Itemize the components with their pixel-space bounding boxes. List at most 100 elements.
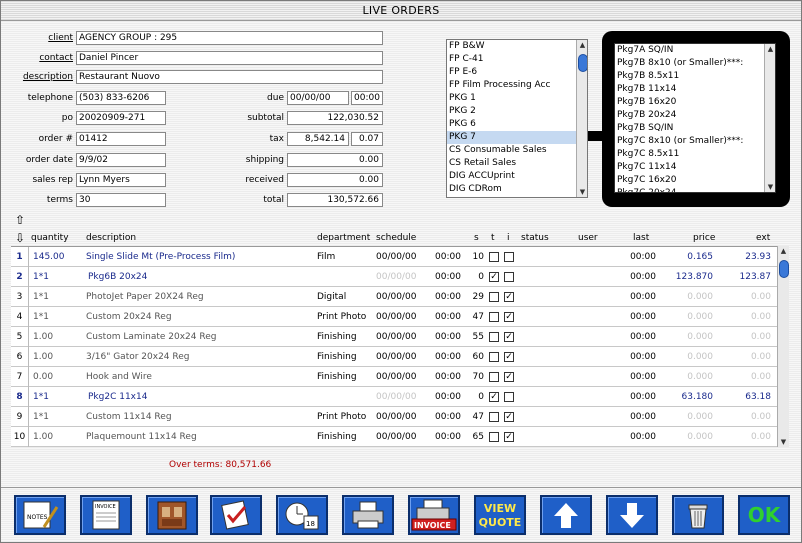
sort-up-arrow-icon[interactable]: ⇧ — [15, 213, 25, 227]
table-row[interactable]: 6 1.00 3/16" Gator 20x24 Reg Finishing 00/00… — [11, 347, 777, 367]
schedule-date-cell[interactable]: 00/00/00 — [376, 267, 431, 287]
row-number[interactable]: 3 — [11, 287, 29, 307]
scroll-thumb[interactable] — [779, 260, 789, 278]
row-number[interactable]: 10 — [11, 427, 29, 447]
package-list-item[interactable]: Pkg7C 8x10 (or Smaller)***: — [615, 135, 775, 148]
order-date-field[interactable]: 9/9/02 — [76, 153, 166, 167]
t-checkbox[interactable] — [489, 372, 499, 382]
i-checkbox[interactable] — [504, 272, 514, 282]
category-list-item[interactable]: DIG CDRom — [447, 183, 587, 196]
ext-cell[interactable]: 0.00 — [716, 287, 771, 307]
client-field[interactable]: AGENCY GROUP : 295 — [76, 31, 383, 45]
package-list[interactable]: Pkg7A SQ/IN Pkg7B 8x10 (or Smaller)***: Pk… — [614, 43, 776, 193]
sales-rep-field[interactable]: Lynn Myers — [76, 173, 166, 187]
schedule-time-cell[interactable]: 00:00 — [435, 247, 465, 267]
quantity-cell[interactable]: 1*1 — [33, 407, 83, 427]
department-cell[interactable]: Finishing — [317, 427, 375, 447]
price-cell[interactable]: 0.000 — [661, 407, 713, 427]
table-row[interactable]: 10 1.00 Plaquemount 11x14 Reg Finishing 00/0… — [11, 427, 777, 447]
row-number[interactable]: 1 — [11, 247, 29, 267]
package-list-item[interactable]: Pkg7A SQ/IN — [615, 44, 775, 57]
col-schedule[interactable]: schedule — [376, 233, 416, 243]
last-cell[interactable]: 00:00 — [626, 247, 656, 267]
category-list-item[interactable]: PKG 2 — [447, 105, 587, 118]
row-number[interactable]: 6 — [11, 347, 29, 367]
row-number[interactable]: 9 — [11, 407, 29, 427]
package-list-item[interactable]: Pkg7C 16x20 — [615, 174, 775, 187]
price-cell[interactable]: 123.870 — [661, 267, 713, 287]
print-button[interactable] — [342, 495, 394, 535]
description-label[interactable]: description — [11, 72, 73, 82]
schedule-date-cell[interactable]: 00/00/00 — [376, 347, 431, 367]
notes-button[interactable]: NOTES — [14, 495, 66, 535]
sort-down-arrow-icon[interactable]: ⇩ — [15, 231, 25, 245]
table-row[interactable]: 8 1*1 Pkg2C 11x14 00/00/00 00:00 0 ✓ 00:00 63.18… — [11, 387, 777, 407]
description-field[interactable]: Restaurant Nuovo — [76, 70, 383, 84]
schedule-date-cell[interactable]: 00/00/00 — [376, 307, 431, 327]
scroll-up-arrow-icon[interactable]: ▲ — [778, 246, 789, 256]
table-row[interactable]: 3 1*1 PhotoJet Paper 20X24 Reg Digital 00/00… — [11, 287, 777, 307]
category-list-item[interactable]: CS Consumable Sales — [447, 144, 587, 157]
t-checkbox[interactable] — [489, 432, 499, 442]
package-list-item[interactable]: Pkg7B 8x10 (or Smaller)***: — [615, 57, 775, 70]
col-user[interactable]: user — [578, 233, 598, 243]
last-cell[interactable]: 00:00 — [626, 367, 656, 387]
contact-field[interactable]: Daniel Pincer — [76, 51, 383, 65]
scroll-down-arrow-icon[interactable]: ▼ — [765, 182, 775, 192]
ext-cell[interactable]: 0.00 — [716, 427, 771, 447]
package-list-item[interactable]: Pkg7C 8.5x11 — [615, 148, 775, 161]
s-cell[interactable]: 60 — [464, 347, 484, 367]
package-list-item[interactable]: Pkg7B 11x14 — [615, 83, 775, 96]
description-cell[interactable]: Single Slide Mt (Pre-Process Film) — [86, 247, 311, 267]
price-cell[interactable]: 0.000 — [661, 367, 713, 387]
category-list-item[interactable]: PKG 7 — [447, 131, 587, 144]
description-cell[interactable]: PhotoJet Paper 20X24 Reg — [86, 287, 311, 307]
col-price[interactable]: price — [693, 233, 715, 243]
department-cell[interactable]: Digital — [317, 287, 375, 307]
i-checkbox[interactable]: ✓ — [504, 312, 514, 322]
t-checkbox[interactable] — [489, 292, 499, 302]
schedule-time-cell[interactable]: 00:00 — [435, 287, 465, 307]
category-list[interactable]: FP B&W FP C-41 FP E-6 FP Film Processing Ac… — [446, 39, 588, 198]
quantity-cell[interactable]: 1*1 — [33, 387, 83, 407]
description-cell[interactable]: Custom 11x14 Reg — [86, 407, 311, 427]
t-checkbox[interactable]: ✓ — [489, 272, 499, 282]
price-cell[interactable]: 0.000 — [661, 327, 713, 347]
last-cell[interactable]: 00:00 — [626, 427, 656, 447]
schedule-time-cell[interactable]: 00:00 — [435, 267, 465, 287]
description-cell[interactable]: Custom 20x24 Reg — [86, 307, 311, 327]
t-checkbox[interactable] — [489, 352, 499, 362]
last-cell[interactable]: 00:00 — [626, 307, 656, 327]
ext-cell[interactable]: 23.93 — [716, 247, 771, 267]
schedule-date-cell[interactable]: 00/00/00 — [376, 387, 431, 407]
department-cell[interactable] — [317, 387, 375, 407]
scroll-down-arrow-icon[interactable]: ▼ — [778, 437, 789, 447]
s-cell[interactable]: 55 — [464, 327, 484, 347]
quantity-cell[interactable]: 0.00 — [33, 367, 83, 387]
ext-cell[interactable]: 0.00 — [716, 347, 771, 367]
schedule-date-cell[interactable]: 00/00/00 — [376, 427, 431, 447]
package-list-item[interactable]: Pkg7B 8.5x11 — [615, 70, 775, 83]
description-cell[interactable]: Custom Laminate 20x24 Reg — [86, 327, 311, 347]
category-list-item[interactable]: PKG 6 — [447, 118, 587, 131]
t-checkbox[interactable] — [489, 252, 499, 262]
quantity-cell[interactable]: 1.00 — [33, 427, 83, 447]
description-cell[interactable]: Pkg6B 20x24 — [88, 267, 313, 287]
schedule-time-cell[interactable]: 00:00 — [435, 387, 465, 407]
schedule-time-cell[interactable]: 00:00 — [435, 307, 465, 327]
package-list-item[interactable]: Pkg7B 20x24 — [615, 109, 775, 122]
due-time-field[interactable]: 00:00 — [351, 91, 383, 105]
i-checkbox[interactable]: ✓ — [504, 292, 514, 302]
s-cell[interactable]: 70 — [464, 367, 484, 387]
package-scrollbar[interactable]: ▲ ▼ — [764, 44, 775, 192]
table-row[interactable]: 2 1*1 Pkg6B 20x24 00/00/00 00:00 0 ✓ 00:00 123.8… — [11, 267, 777, 287]
print-invoice-button[interactable]: INVOICE — [408, 495, 460, 535]
scroll-up-arrow-icon[interactable]: ▲ — [765, 44, 775, 54]
schedule-date-cell[interactable]: 00/00/00 — [376, 367, 431, 387]
table-row[interactable]: 5 1.00 Custom Laminate 20x24 Reg Finishing 0… — [11, 327, 777, 347]
col-last[interactable]: last — [633, 233, 649, 243]
order-number-field[interactable]: 01412 — [76, 132, 166, 146]
file-cabinet-button[interactable] — [146, 495, 198, 535]
price-cell[interactable]: 0.165 — [661, 247, 713, 267]
schedule-time-cell[interactable]: 00:00 — [435, 367, 465, 387]
